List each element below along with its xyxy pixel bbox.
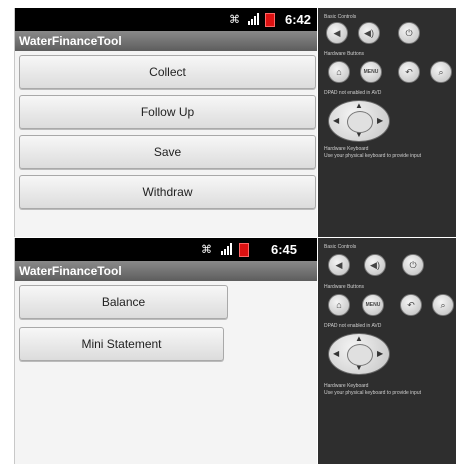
signal-icon xyxy=(248,13,259,25)
keyboard-label: Hardware Keyboard xyxy=(324,146,369,152)
emulator-controls-1: Basic Controls ◀ ◀) ⏻ Hardware Buttons ⌂… xyxy=(318,8,456,237)
status-bar: ⌘ 6:45 xyxy=(15,238,317,261)
home-icon[interactable]: ⌂ xyxy=(328,61,350,83)
clock: 6:42 xyxy=(285,12,312,27)
dpad-right-icon[interactable]: ▶ xyxy=(377,116,383,125)
dpad-control[interactable]: ▲ ◀ ▶ ▼ xyxy=(328,333,390,375)
battery-icon xyxy=(239,243,249,257)
dpad-left-icon[interactable]: ◀ xyxy=(333,349,339,358)
hardware-buttons-label: Hardware Buttons xyxy=(324,51,365,57)
volume-up-icon[interactable]: ◀) xyxy=(364,254,386,276)
dpad-control[interactable]: ▲ ◀ ▶ ▼ xyxy=(328,100,390,142)
collect-button[interactable]: Collect xyxy=(19,55,316,89)
signal-icon xyxy=(221,243,232,255)
emulator-controls-2: Basic Controls ◀ ◀) ⏻ Hardware Buttons ⌂… xyxy=(318,238,456,464)
volume-down-icon[interactable]: ◀ xyxy=(326,22,348,44)
balance-button[interactable]: Balance xyxy=(19,285,228,319)
back-icon[interactable]: ↶ xyxy=(398,61,420,83)
power-icon[interactable]: ⏻ xyxy=(402,254,424,276)
app-title: WaterFinanceTool xyxy=(15,31,317,51)
dpad-right-icon[interactable]: ▶ xyxy=(377,349,383,358)
dpad-label: DPAD not enabled in AVD xyxy=(324,90,382,96)
basic-controls-label: Basic Controls xyxy=(324,14,357,20)
keyboard-hint: Use your physical keyboard to provide in… xyxy=(324,390,421,396)
search-icon[interactable]: ⌕ xyxy=(430,61,452,83)
keyboard-label: Hardware Keyboard xyxy=(324,383,369,389)
usb-icon: ⌘ xyxy=(201,244,212,256)
dpad-up-icon[interactable]: ▲ xyxy=(355,334,363,343)
power-icon[interactable]: ⏻ xyxy=(398,22,420,44)
volume-down-icon[interactable]: ◀ xyxy=(328,254,350,276)
volume-up-icon[interactable]: ◀) xyxy=(358,22,380,44)
emulator-screen-1: ⌘ 6:42 WaterFinanceTool Collect Follow U… xyxy=(14,8,317,237)
dpad-up-icon[interactable]: ▲ xyxy=(355,101,363,110)
search-icon[interactable]: ⌕ xyxy=(432,294,454,316)
hardware-buttons-label: Hardware Buttons xyxy=(324,284,365,290)
dpad-label: DPAD not enabled in AVD xyxy=(324,323,382,329)
status-bar: ⌘ 6:42 xyxy=(15,8,317,31)
menu-button[interactable]: MENU xyxy=(360,61,382,83)
follow-up-button[interactable]: Follow Up xyxy=(19,95,316,129)
battery-icon xyxy=(265,13,275,27)
basic-controls-label: Basic Controls xyxy=(324,244,357,250)
dpad-center[interactable] xyxy=(347,344,373,366)
usb-icon: ⌘ xyxy=(229,14,240,26)
menu-button[interactable]: MENU xyxy=(362,294,384,316)
back-icon[interactable]: ↶ xyxy=(400,294,422,316)
withdraw-button[interactable]: Withdraw xyxy=(19,175,316,209)
dpad-center[interactable] xyxy=(347,111,373,133)
home-icon[interactable]: ⌂ xyxy=(328,294,350,316)
mini-statement-button[interactable]: Mini Statement xyxy=(19,327,224,361)
keyboard-hint: Use your physical keyboard to provide in… xyxy=(324,153,421,159)
app-title: WaterFinanceTool xyxy=(15,261,317,281)
clock: 6:45 xyxy=(271,242,298,257)
dpad-left-icon[interactable]: ◀ xyxy=(333,116,339,125)
emulator-screen-2: ⌘ 6:45 WaterFinanceTool Balance Mini Sta… xyxy=(14,238,317,464)
save-button[interactable]: Save xyxy=(19,135,316,169)
